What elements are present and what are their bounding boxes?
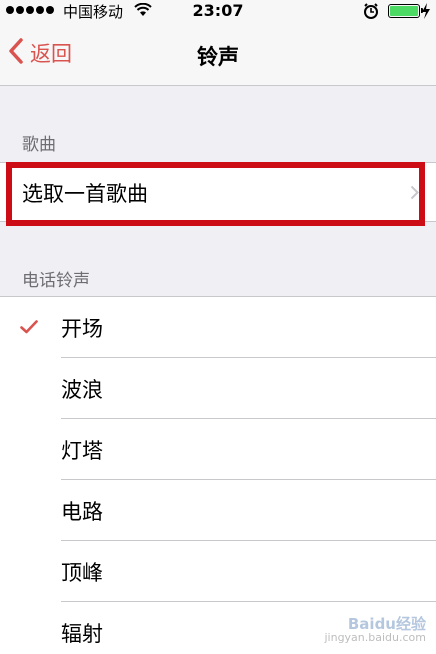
ringtones-group: 开场 波浪 灯塔 电路 顶峰 辐射 bbox=[0, 296, 436, 654]
ringtone-label: 灯塔 bbox=[61, 439, 103, 463]
pick-song-row[interactable]: 选取一首歌曲 bbox=[0, 163, 436, 223]
navigation-bar: 返回 铃声 bbox=[0, 22, 436, 86]
charging-bolt-icon bbox=[421, 3, 431, 23]
watermark-url: jingyan.baidu.com bbox=[324, 631, 426, 644]
ringtone-label: 顶峰 bbox=[61, 561, 103, 585]
ringtone-row[interactable]: 开场 bbox=[0, 297, 436, 358]
ringtone-label: 波浪 bbox=[61, 378, 103, 402]
checkmark-icon bbox=[20, 319, 38, 338]
battery-icon bbox=[388, 4, 423, 18]
ringtone-row[interactable]: 顶峰 bbox=[0, 541, 436, 602]
ringtone-row[interactable]: 电路 bbox=[0, 480, 436, 541]
watermark-logo: Baidu经验 bbox=[347, 615, 426, 633]
watermark: Baidu经验 jingyan.baidu.com bbox=[324, 615, 426, 645]
ringtone-row[interactable]: 灯塔 bbox=[0, 419, 436, 480]
ringtone-label: 电路 bbox=[61, 500, 103, 524]
status-bar: 中国移动 23:07 bbox=[0, 0, 436, 22]
ringtone-label: 开场 bbox=[61, 317, 103, 341]
chevron-right-icon bbox=[410, 185, 419, 204]
section-header-songs: 歌曲 bbox=[22, 135, 56, 155]
songs-group: 选取一首歌曲 bbox=[0, 162, 436, 222]
ringtone-row[interactable]: 波浪 bbox=[0, 358, 436, 419]
section-header-ringtones: 电话铃声 bbox=[22, 271, 90, 291]
pick-song-label: 选取一首歌曲 bbox=[22, 182, 148, 206]
ringtone-label: 辐射 bbox=[61, 622, 103, 646]
alarm-icon bbox=[363, 3, 379, 23]
page-title: 铃声 bbox=[197, 45, 239, 69]
